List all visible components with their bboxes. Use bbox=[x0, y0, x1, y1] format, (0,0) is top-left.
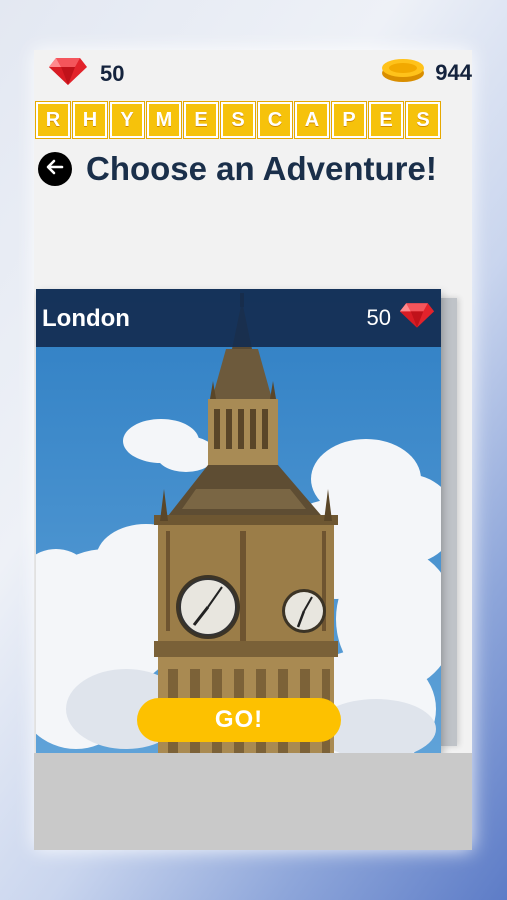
go-button[interactable]: GO! bbox=[137, 698, 341, 742]
logo-letter: E bbox=[369, 102, 403, 138]
gold-coin-icon bbox=[381, 56, 425, 89]
logo-letter: Y bbox=[110, 102, 144, 138]
card-header: London 50 bbox=[36, 289, 441, 347]
ruby-gem-icon bbox=[399, 301, 435, 334]
logo-letter: P bbox=[332, 102, 366, 138]
rhymescapes-logo: R H Y M E S C A P E S bbox=[36, 102, 440, 138]
gem-counter: 50 bbox=[48, 56, 124, 91]
coin-counter: 944 bbox=[381, 56, 472, 89]
ruby-gem-icon bbox=[48, 56, 88, 91]
logo-letter: S bbox=[406, 102, 440, 138]
next-card-peek[interactable] bbox=[440, 298, 457, 746]
logo-letter: A bbox=[295, 102, 329, 138]
logo-letter: E bbox=[184, 102, 218, 138]
back-button[interactable] bbox=[38, 152, 72, 186]
cost-value: 50 bbox=[366, 304, 391, 330]
coin-count-text: 944 bbox=[435, 59, 472, 85]
logo-letter: H bbox=[73, 102, 107, 138]
logo-letter: R bbox=[36, 102, 70, 138]
big-ben-image bbox=[36, 289, 441, 753]
city-name: London bbox=[42, 305, 130, 332]
gem-count-text: 50 bbox=[100, 60, 125, 86]
page-title: Choose an Adventure! bbox=[86, 150, 437, 187]
back-arrow-icon bbox=[45, 157, 65, 182]
title-row: Choose an Adventure! bbox=[38, 150, 437, 188]
adventure-card[interactable]: London 50 GO! bbox=[36, 289, 441, 753]
top-bar: 50 944 bbox=[34, 50, 472, 94]
adventure-cost: 50 bbox=[367, 301, 435, 334]
logo-letter: C bbox=[258, 102, 292, 138]
bottom-area bbox=[34, 753, 472, 850]
logo-letter: S bbox=[221, 102, 255, 138]
logo-letter: M bbox=[147, 102, 181, 138]
game-screen: 50 944 R H Y M E S C A P E S Choose an A… bbox=[34, 50, 472, 850]
